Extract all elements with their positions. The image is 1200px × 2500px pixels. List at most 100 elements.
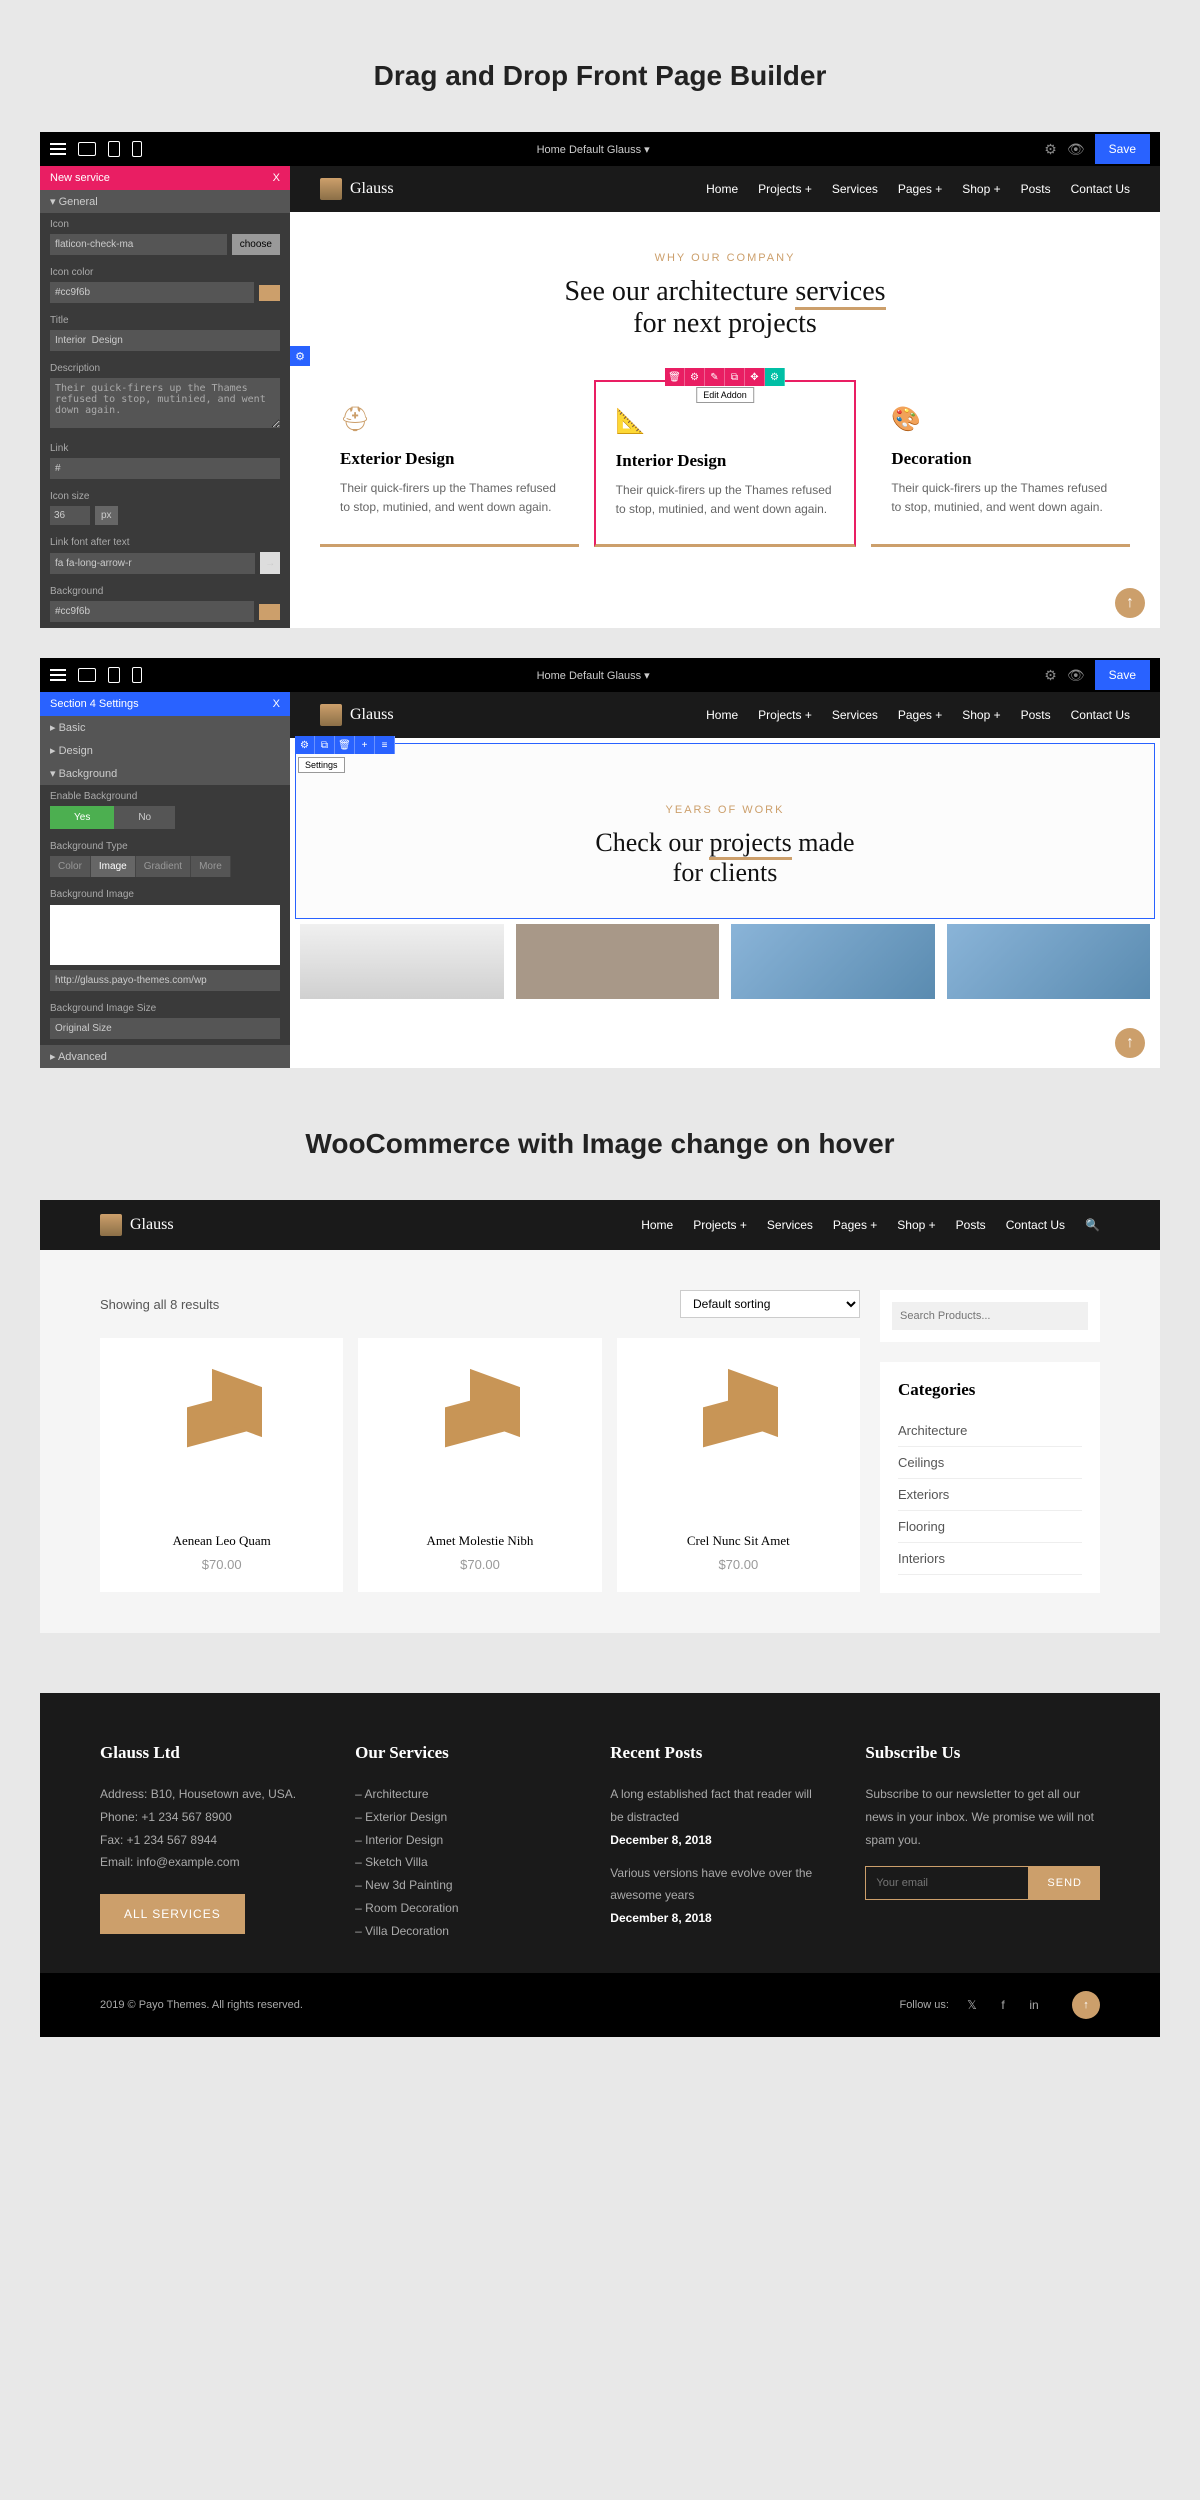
- copy-icon[interactable]: ⧉: [315, 736, 335, 754]
- bg-input[interactable]: [50, 601, 254, 622]
- add-icon[interactable]: +: [355, 736, 375, 754]
- design-section[interactable]: ▸ Design: [40, 739, 290, 762]
- bg-image-preview[interactable]: [50, 905, 280, 965]
- nav-projects[interactable]: Projects +: [758, 708, 812, 722]
- project-thumb[interactable]: [947, 924, 1151, 999]
- tablet-icon[interactable]: [108, 667, 120, 683]
- bgtype-more[interactable]: More: [191, 856, 231, 877]
- nav-projects[interactable]: Projects +: [693, 1218, 747, 1232]
- project-thumb[interactable]: [516, 924, 720, 999]
- nav-pages[interactable]: Pages +: [898, 708, 942, 722]
- product-card[interactable]: Aenean Leo Quam $70.00: [100, 1338, 343, 1592]
- card-exterior[interactable]: ⛑ Exterior Design Their quick-firers up …: [320, 380, 579, 547]
- toggle-yes[interactable]: Yes: [50, 806, 114, 829]
- copy-icon[interactable]: ⧉: [725, 368, 745, 386]
- nav-pages[interactable]: Pages +: [898, 182, 942, 196]
- site-logo[interactable]: Glauss: [100, 1214, 174, 1236]
- bg-url-input[interactable]: [50, 970, 280, 991]
- close-icon[interactable]: X: [273, 172, 280, 184]
- card-decoration[interactable]: 🎨 Decoration Their quick-firers up the T…: [871, 380, 1130, 547]
- send-button[interactable]: SEND: [1029, 1866, 1100, 1900]
- mobile-icon[interactable]: [132, 667, 142, 683]
- nav-shop[interactable]: Shop +: [962, 182, 1000, 196]
- service-link[interactable]: – Sketch Villa: [355, 1851, 570, 1874]
- service-link[interactable]: – New 3d Painting: [355, 1874, 570, 1897]
- link-input[interactable]: [50, 458, 280, 479]
- all-services-button[interactable]: ALL SERVICES: [100, 1894, 245, 1934]
- service-link[interactable]: – Interior Design: [355, 1829, 570, 1852]
- nav-posts[interactable]: Posts: [1021, 708, 1051, 722]
- gear-icon[interactable]: ⚙: [685, 368, 705, 386]
- nav-projects[interactable]: Projects +: [758, 182, 812, 196]
- link-font-input[interactable]: [50, 553, 255, 574]
- twitter-icon[interactable]: 𝕏: [964, 1997, 980, 2013]
- bgtype-color[interactable]: Color: [50, 856, 91, 877]
- scroll-top-button[interactable]: ↑: [1115, 1028, 1145, 1058]
- desc-textarea[interactable]: Their quick-firers up the Thames refused…: [50, 378, 280, 428]
- search-input[interactable]: [892, 1302, 1088, 1330]
- edit-icon[interactable]: ✎: [705, 368, 725, 386]
- settings-gear-icon[interactable]: ⚙: [765, 368, 785, 386]
- nav-contact[interactable]: Contact Us: [1006, 1218, 1065, 1232]
- category-link[interactable]: Ceilings: [898, 1447, 1082, 1479]
- card-interior[interactable]: 🗑 ⚙ ✎ ⧉ ✥ ⚙ Edit Addon 📐 Interior Design…: [594, 380, 857, 547]
- post-link[interactable]: A long established fact that reader will…: [610, 1783, 825, 1829]
- icon-input[interactable]: [50, 234, 227, 255]
- nav-home[interactable]: Home: [706, 708, 738, 722]
- nav-home[interactable]: Home: [706, 182, 738, 196]
- menu-icon[interactable]: [50, 669, 66, 681]
- scroll-top-button[interactable]: ↑: [1072, 1991, 1100, 2019]
- menu-icon[interactable]: [50, 143, 66, 155]
- service-link[interactable]: – Room Decoration: [355, 1897, 570, 1920]
- bg-swatch[interactable]: [259, 604, 280, 620]
- toggle-no[interactable]: No: [114, 806, 175, 829]
- mobile-icon[interactable]: [132, 141, 142, 157]
- advanced-section[interactable]: ▸ Advanced: [40, 1045, 290, 1068]
- bgtype-image[interactable]: Image: [91, 856, 136, 877]
- icon-color-input[interactable]: [50, 282, 254, 303]
- icon-size-input[interactable]: [50, 506, 90, 525]
- title-input[interactable]: [50, 330, 280, 351]
- move-icon[interactable]: ✥: [745, 368, 765, 386]
- service-link[interactable]: – Architecture: [355, 1783, 570, 1806]
- search-icon[interactable]: 🔍: [1085, 1218, 1100, 1232]
- nav-home[interactable]: Home: [641, 1218, 673, 1232]
- scroll-top-button[interactable]: ↑: [1115, 588, 1145, 618]
- nav-posts[interactable]: Posts: [956, 1218, 986, 1232]
- save-button[interactable]: Save: [1095, 660, 1150, 690]
- post-link[interactable]: Various versions have evolve over the aw…: [610, 1862, 825, 1908]
- facebook-icon[interactable]: f: [995, 1997, 1011, 2013]
- email-input[interactable]: [865, 1866, 1029, 1900]
- sort-select[interactable]: Default sorting: [680, 1290, 860, 1318]
- site-logo[interactable]: Glauss: [320, 704, 394, 726]
- eye-icon[interactable]: 👁: [1067, 667, 1085, 684]
- desktop-icon[interactable]: [78, 142, 96, 156]
- color-swatch[interactable]: [259, 285, 280, 301]
- service-link[interactable]: – Exterior Design: [355, 1806, 570, 1829]
- product-card[interactable]: Amet Molestie Nibh $70.00: [358, 1338, 601, 1592]
- bgtype-gradient[interactable]: Gradient: [136, 856, 191, 877]
- gear-icon[interactable]: ⚙: [1044, 141, 1057, 158]
- category-link[interactable]: Architecture: [898, 1415, 1082, 1447]
- bg-size-select[interactable]: [50, 1018, 280, 1039]
- page-title-dropdown[interactable]: Home Default Glauss ▾: [142, 143, 1044, 156]
- nav-pages[interactable]: Pages +: [833, 1218, 877, 1232]
- list-icon[interactable]: ≡: [375, 736, 395, 754]
- trash-icon[interactable]: 🗑: [665, 368, 685, 386]
- linkedin-icon[interactable]: in: [1026, 1997, 1042, 2013]
- eye-icon[interactable]: 👁: [1067, 141, 1085, 158]
- choose-button[interactable]: choose: [232, 234, 280, 255]
- trash-icon[interactable]: 🗑: [335, 736, 355, 754]
- gear-icon[interactable]: ⚙: [1044, 667, 1057, 684]
- save-button[interactable]: Save: [1095, 134, 1150, 164]
- nav-shop[interactable]: Shop +: [897, 1218, 935, 1232]
- project-thumb[interactable]: [731, 924, 935, 999]
- category-link[interactable]: Interiors: [898, 1543, 1082, 1575]
- background-section[interactable]: ▾ Background: [40, 762, 290, 785]
- nav-shop[interactable]: Shop +: [962, 708, 1000, 722]
- gear-icon[interactable]: ⚙: [295, 736, 315, 754]
- tablet-icon[interactable]: [108, 141, 120, 157]
- desktop-icon[interactable]: [78, 668, 96, 682]
- nav-posts[interactable]: Posts: [1021, 182, 1051, 196]
- product-card[interactable]: Crel Nunc Sit Amet $70.00: [617, 1338, 860, 1592]
